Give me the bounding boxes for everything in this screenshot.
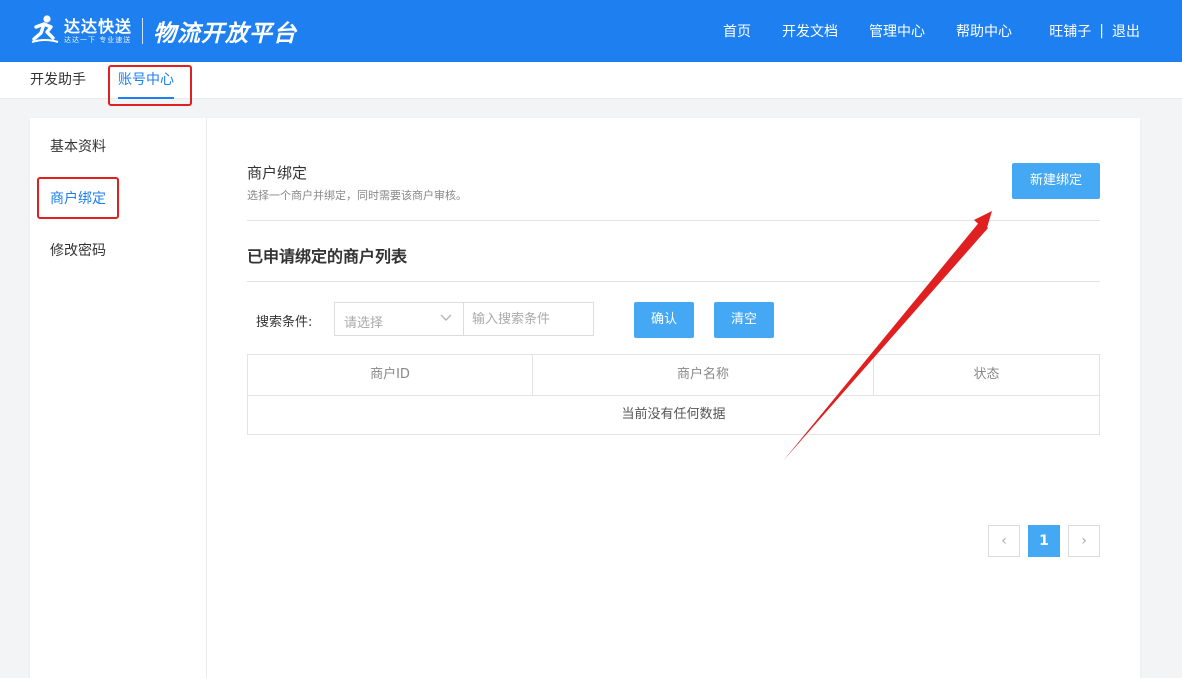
search-condition-select[interactable]: 请选择 [334,302,464,336]
brand-name: 达达快送 [64,16,133,36]
nav-help-center[interactable]: 帮助中心 [956,21,1012,41]
side-menu: 基本资料 商户绑定 修改密码 [30,118,207,678]
user-separator: | [1099,23,1104,39]
column-header-merchant-name[interactable]: 商户名称 [533,355,873,395]
divider [247,220,1100,221]
pagination-prev-button[interactable]: ‹ [988,525,1020,557]
list-title: 已申请绑定的商户列表 [247,247,408,266]
sub-nav: 开发助手 账号中心 [0,62,1182,99]
top-header: 达达快送 达达一下 专业速送 物流开放平台 首页 开发文档 管理中心 帮助中心 … [0,0,1182,62]
main-panel: 基本资料 商户绑定 修改密码 商户绑定 选择一个商户并绑定，同时需要该商户审核。… [30,118,1140,678]
new-binding-button[interactable]: 新建绑定 [1012,163,1100,199]
sidebar-item-basic-info[interactable]: 基本资料 [50,136,106,156]
select-placeholder: 请选择 [344,316,384,331]
confirm-button[interactable]: 确认 [634,302,694,338]
main-nav: 首页 开发文档 管理中心 帮助中心 [692,0,1012,62]
runner-logo-icon [30,14,60,48]
nav-management-center[interactable]: 管理中心 [869,21,925,41]
search-input[interactable] [464,302,594,336]
brand-slogan: 达达一下 专业速送 [64,35,132,44]
sidebar-item-merchant-binding[interactable]: 商户绑定 [50,188,106,208]
logout-link[interactable]: 退出 [1112,21,1140,41]
chevron-down-icon [439,310,453,328]
logo-divider [142,18,144,44]
subnav-dev-assistant[interactable]: 开发助手 [30,62,86,98]
clear-button[interactable]: 清空 [714,302,774,338]
search-label: 搜索条件: [256,315,313,330]
logo[interactable]: 达达快送 达达一下 专业速送 物流开放平台 [30,14,297,48]
nav-home[interactable]: 首页 [723,21,751,41]
divider [247,281,1100,282]
sidebar-item-change-password[interactable]: 修改密码 [50,240,106,260]
subnav-account-center[interactable]: 账号中心 [118,62,174,99]
section-title: 商户绑定 [247,164,308,182]
platform-title: 物流开放平台 [153,21,298,47]
pagination-page-current[interactable]: 1 [1028,525,1060,557]
merchant-table: 商户ID 商户名称 状态 当前没有任何数据 [247,354,1100,435]
section-description: 选择一个商户并绑定，同时需要该商户审核。 [247,189,467,202]
empty-message: 当前没有任何数据 [621,407,726,422]
nav-dev-docs[interactable]: 开发文档 [782,21,838,41]
username[interactable]: 旺铺子 [1049,21,1091,41]
column-header-merchant-id[interactable]: 商户ID [248,355,532,395]
user-area: 旺铺子 | 退出 [1049,0,1140,62]
column-header-status[interactable]: 状态 [874,355,1099,395]
pagination-next-button[interactable]: › [1068,525,1100,557]
